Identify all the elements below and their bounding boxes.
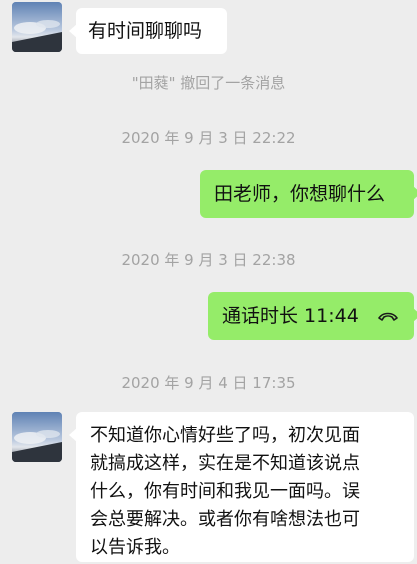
message-text-line: 不知道你心情好些了吗，初次见面 xyxy=(90,425,360,446)
sky-avatar-icon xyxy=(12,412,62,462)
message-text-line: 会总要解决。或者你有啥想法也可 xyxy=(90,509,360,530)
contact-avatar[interactable] xyxy=(12,412,62,462)
message-text: 有时间聊聊吗 xyxy=(88,20,203,42)
contact-avatar[interactable] xyxy=(12,2,62,52)
call-record-bubble[interactable]: 通话时长 11:44 xyxy=(208,292,417,340)
message-text-line: 以告诉我。 xyxy=(90,537,180,558)
message-text-line: 就搞成这样，实在是不知道该说点 xyxy=(90,453,360,474)
message-bubble-incoming[interactable]: 有时间聊聊吗 xyxy=(69,8,227,54)
message-bubble-incoming[interactable]: 不知道你心情好些了吗，初次见面 就搞成这样，实在是不知道该说点 什么，你有时间和… xyxy=(69,412,414,562)
message-text-line: 什么，你有时间和我见一面吗。误 xyxy=(90,481,360,502)
message-text: 田老师，你想聊什么 xyxy=(214,183,386,205)
timestamp: 2020 年 9 月 3 日 22:22 xyxy=(121,129,296,147)
timestamp: 2020 年 9 月 3 日 22:38 xyxy=(121,251,296,269)
call-duration-label: 通话时长 11:44 xyxy=(222,305,359,327)
phone-hangup-icon xyxy=(377,302,399,332)
message-bubble-outgoing[interactable]: 田老师，你想聊什么 xyxy=(200,170,417,218)
sky-avatar-icon xyxy=(12,2,62,52)
timestamp: 2020 年 9 月 4 日 17:35 xyxy=(121,374,296,392)
recall-notice: "田蕤" 撤回了一条消息 xyxy=(131,74,286,92)
